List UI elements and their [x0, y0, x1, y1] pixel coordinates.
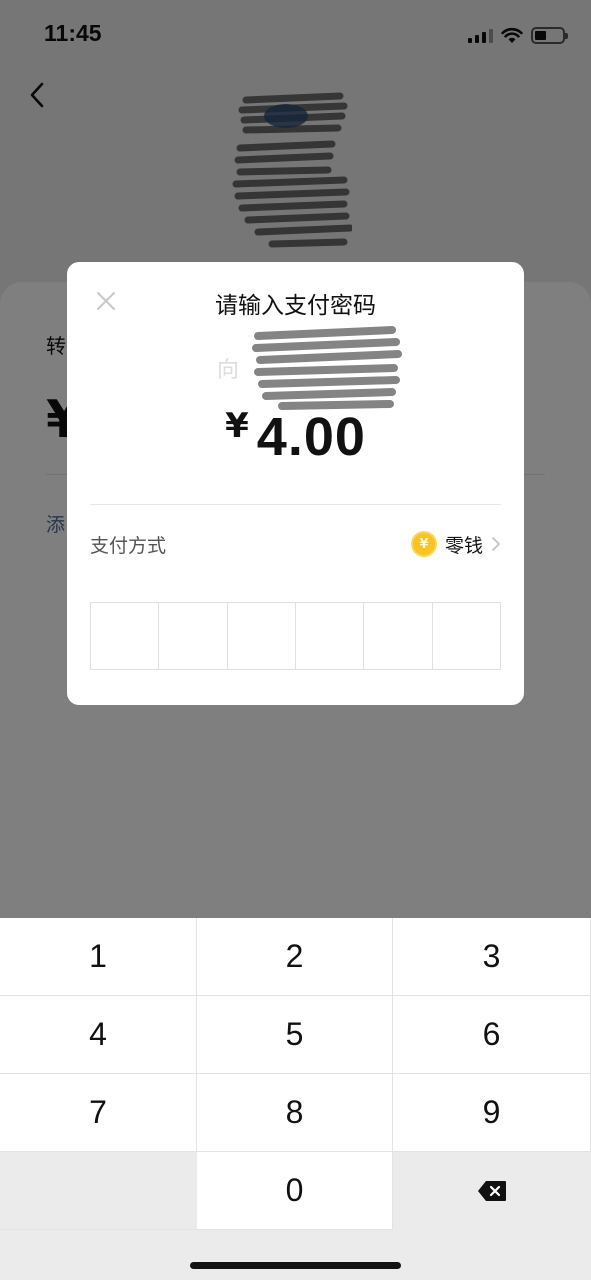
- pin-digit-box[interactable]: [433, 603, 500, 669]
- payment-method-row[interactable]: 支付方式 ¥ 零钱: [90, 524, 501, 564]
- payment-amount: ¥4.00: [67, 406, 524, 468]
- numeric-keypad: 1 2 3 4 5 6 7 8 9 0: [0, 918, 591, 1230]
- payment-password-dialog: 请输入支付密码 向 ¥4.00 支付方式 ¥ 零钱: [67, 262, 524, 705]
- pin-digit-box[interactable]: [159, 603, 228, 669]
- key-2[interactable]: 2: [197, 918, 393, 996]
- backspace-icon: [478, 1181, 506, 1201]
- amount-currency: ¥: [225, 406, 249, 446]
- home-area: [0, 1230, 591, 1280]
- chevron-right-icon: [492, 537, 500, 551]
- key-6[interactable]: 6: [393, 996, 591, 1074]
- key-5[interactable]: 5: [197, 996, 393, 1074]
- recipient-scribble: [252, 326, 402, 410]
- recipient-label: 向: [217, 358, 240, 383]
- key-1[interactable]: 1: [0, 918, 197, 996]
- key-8[interactable]: 8: [197, 1074, 393, 1152]
- dialog-title: 请输入支付密码: [215, 293, 376, 319]
- dialog-divider: [90, 504, 501, 505]
- key-7[interactable]: 7: [0, 1074, 197, 1152]
- pin-digit-box[interactable]: [296, 603, 365, 669]
- amount-value: 4.00: [256, 407, 366, 467]
- home-indicator[interactable]: [190, 1262, 401, 1269]
- key-0[interactable]: 0: [197, 1152, 393, 1230]
- pin-digit-box[interactable]: [364, 603, 433, 669]
- pin-digit-box[interactable]: [91, 603, 160, 669]
- key-9[interactable]: 9: [393, 1074, 591, 1152]
- pin-digit-box[interactable]: [228, 603, 296, 669]
- backspace-key[interactable]: [393, 1152, 591, 1230]
- coin-icon: ¥: [410, 531, 437, 557]
- payment-method-selector[interactable]: ¥ 零钱: [410, 531, 501, 558]
- password-input[interactable]: [90, 602, 501, 670]
- key-blank: [0, 1152, 197, 1230]
- key-4[interactable]: 4: [0, 996, 197, 1074]
- payment-method-label: 支付方式: [90, 534, 167, 557]
- payment-method-value: 零钱: [444, 534, 483, 557]
- key-3[interactable]: 3: [393, 918, 591, 996]
